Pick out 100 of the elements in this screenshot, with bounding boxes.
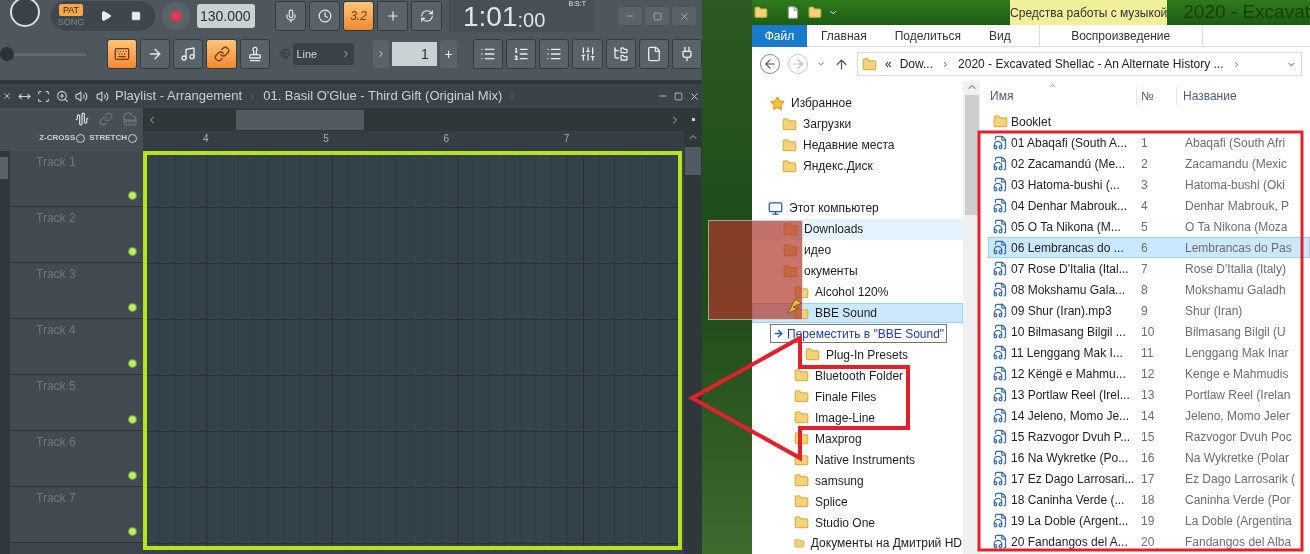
close-icon[interactable] xyxy=(689,90,700,102)
file-name: 04 Denhar Mabrouk... xyxy=(1011,197,1129,215)
nav-item[interactable]: Документы на Дмитрий HD xyxy=(752,533,963,554)
speaker-icon[interactable] xyxy=(75,89,88,103)
master-slider[interactable] xyxy=(0,46,88,62)
step-field[interactable]: 1 xyxy=(391,42,437,66)
file-row[interactable]: 10 Bilmasang Bilgil ... 10 Bilmasang Bilgil (U xyxy=(988,321,1310,342)
file-row[interactable]: 12 Këngë e Mahmu... 12 Kenge e Mahmudis xyxy=(988,363,1310,384)
address-bar[interactable]: « Dow... 2020 - Excavated Shellac - An Alternate History ... xyxy=(857,52,1302,76)
nav-section[interactable]: Избранное xyxy=(791,94,852,113)
context-tab[interactable]: Средства работы с музыкой xyxy=(1010,0,1168,25)
nav-item[interactable]: Image-Line xyxy=(752,407,963,429)
file-row[interactable]: 18 Caninha Verde (... 18 Caninha Verde (Por xyxy=(988,489,1310,510)
up-button[interactable] xyxy=(834,56,849,72)
folder-icon[interactable] xyxy=(807,5,822,20)
nav-item[interactable]: Bluetooth Folder xyxy=(752,365,963,387)
nav-item[interactable]: Splice xyxy=(752,491,963,513)
address-segment[interactable]: Dow... xyxy=(899,55,934,73)
file-row[interactable]: 04 Denhar Mabrouk... 4 Denhar Mabrouk, P xyxy=(988,195,1310,216)
document-icon[interactable] xyxy=(785,5,800,20)
track-title: O Ta Nikona (Moza xyxy=(1184,218,1288,236)
address-segment[interactable]: « xyxy=(885,55,892,73)
signature-button[interactable]: 3.2 xyxy=(343,1,374,31)
address-segment[interactable]: 2020 - Excavated Shellac - An Alternate History ... xyxy=(958,55,1224,73)
history-caret-icon[interactable] xyxy=(816,59,826,69)
snap-dropdown[interactable]: Line xyxy=(293,43,354,65)
nav-item[interactable]: Native Instruments xyxy=(752,449,963,471)
pattern-name[interactable]: 01. Basil O'Glue - Third Gift (Original Mix) xyxy=(263,86,503,106)
scrollbar-thumb[interactable] xyxy=(964,95,979,215)
file-row[interactable]: 19 La Doble (Argent... 19 La Doble (Argentina xyxy=(988,510,1310,531)
select-icon[interactable] xyxy=(37,89,50,103)
track-led[interactable] xyxy=(128,303,137,312)
tool-toggle[interactable] xyxy=(173,39,204,69)
file-row[interactable]: 11 Lenggang Mak I... 11 Lenggang Mak Inar xyxy=(988,342,1310,363)
wait-button[interactable] xyxy=(309,1,340,31)
track-led[interactable] xyxy=(128,247,137,256)
file-row[interactable]: 06 Lembrancas do ... 6 Lembrancas do Pas xyxy=(988,237,1310,258)
playlist-button[interactable] xyxy=(472,39,504,69)
ribbon-tab[interactable]: Вид xyxy=(974,24,1025,47)
file-row[interactable]: 15 Razvogor Dvuh P... 15 Razvogor Dvuh Poc xyxy=(988,426,1310,447)
file-row[interactable]: 14 Jeleno, Momo Je... 14 Jeleno, Momo Jeler xyxy=(988,405,1310,426)
mode-toggle[interactable]: PAT xyxy=(58,4,84,16)
nav-item[interactable]: Загрузки xyxy=(803,115,852,134)
track-led[interactable] xyxy=(128,527,137,536)
close-icon[interactable] xyxy=(2,91,12,101)
file-row[interactable]: Booklet xyxy=(988,111,1310,132)
file-row[interactable]: 08 Mokshamu Gala... 8 Mokshamu Galadh xyxy=(988,279,1310,300)
tool-toggle[interactable] xyxy=(106,39,138,69)
speaker-icon[interactable] xyxy=(96,89,109,103)
knob-icon[interactable] xyxy=(10,0,40,27)
track-led[interactable] xyxy=(128,415,137,424)
step-add-button[interactable]: + xyxy=(439,40,458,68)
zoom-icon[interactable] xyxy=(56,89,69,103)
tool-toggle[interactable] xyxy=(206,39,237,69)
scrollbar-thumb[interactable] xyxy=(685,147,701,175)
file-row[interactable]: 02 Zacamandú (Me... 2 Zacamandu (Mexic xyxy=(988,153,1310,174)
nav-section[interactable]: Этот компьютер xyxy=(789,199,879,218)
ribbon-tab[interactable]: Поделиться xyxy=(880,24,975,47)
column-header[interactable]: Название xyxy=(1176,87,1237,105)
file-row[interactable]: 17 Ez Dago Larrosari... 17 Ez Dago Larrosarik ( xyxy=(988,468,1310,489)
nav-item[interactable]: Яндекс.Диск xyxy=(803,157,873,176)
channel-rack-button[interactable] xyxy=(539,39,570,69)
corner-icon[interactable] xyxy=(691,118,695,121)
blend-button[interactable] xyxy=(377,1,408,31)
track-led[interactable] xyxy=(128,471,137,480)
file-row[interactable]: 01 Abaqafi (South A... 1 Abaqafi (South Afri xyxy=(988,132,1310,153)
file-row[interactable]: 13 Portlaw Reel (Irel... 13 Portlaw Reel (Irelan xyxy=(988,384,1310,405)
scrollbar-thumb[interactable] xyxy=(236,109,364,130)
file-tab[interactable]: Файл xyxy=(752,24,807,47)
track-led[interactable] xyxy=(128,359,137,368)
folder-icon[interactable] xyxy=(754,5,768,20)
file-row[interactable]: 07 Rose D'Italia (Ital... 7 Rose D'Italia (Italy) xyxy=(988,258,1310,279)
waveform-icon[interactable] xyxy=(75,112,89,126)
file-row[interactable]: 16 Na Wykretke (Po... 16 Na Wykretke (Polar xyxy=(988,447,1310,468)
slider-thumb[interactable] xyxy=(0,47,14,61)
track-led[interactable] xyxy=(128,191,137,200)
loop-button[interactable] xyxy=(411,1,442,31)
ribbon-tab[interactable]: Главная xyxy=(807,24,881,47)
metronome-button[interactable] xyxy=(275,1,306,31)
column-header[interactable]: Имя xyxy=(988,87,1136,105)
file-row[interactable]: 09 Shur (Iran).mp3 9 Shur (Iran) xyxy=(988,300,1310,321)
nav-item[interactable]: Plug-In Presets xyxy=(752,344,963,366)
file-row[interactable]: 20 Fandangos del A... 20 Fandangos del Alba xyxy=(988,531,1310,552)
nav-item[interactable]: Недавние места xyxy=(803,136,895,155)
mixer-button[interactable] xyxy=(572,39,603,69)
file-row[interactable]: 03 Hatoma-bushi (... 3 Hatoma-bushi (Oki xyxy=(988,174,1310,195)
file-button[interactable] xyxy=(638,39,669,69)
nav-item[interactable]: samsung xyxy=(752,470,963,492)
file-row[interactable]: 05 O Ta Nikona (M... 5 O Ta Nikona (Moza xyxy=(988,216,1310,237)
column-header[interactable]: № xyxy=(1136,87,1176,105)
nav-item[interactable]: Studio One xyxy=(752,512,963,533)
nav-item[interactable]: Maxprog xyxy=(752,428,963,450)
tempo-field[interactable]: 130.000 xyxy=(197,4,255,28)
nav-item[interactable]: Finale Files xyxy=(752,386,963,408)
browser-button[interactable] xyxy=(605,39,636,69)
piano-roll-button[interactable] xyxy=(506,39,537,69)
plugin-button[interactable] xyxy=(671,39,703,69)
tool-toggle[interactable] xyxy=(140,39,171,69)
tool-toggle[interactable] xyxy=(239,39,270,69)
maximize-icon[interactable] xyxy=(674,91,683,101)
